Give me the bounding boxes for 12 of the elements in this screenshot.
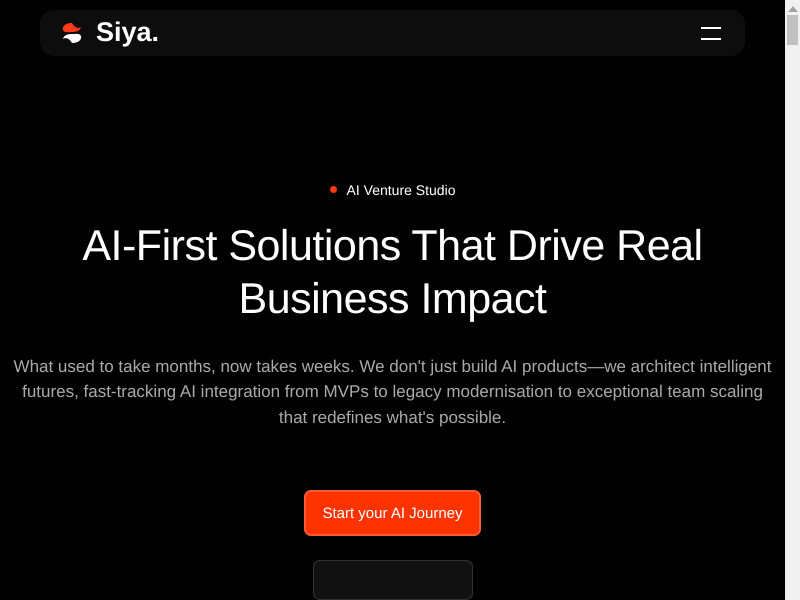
scroll-up-icon[interactable] <box>788 6 798 12</box>
badge-label: AI Venture Studio <box>346 182 456 198</box>
hero-title: AI-First Solutions That Drive Real Business Impact <box>81 220 704 324</box>
hero-description: What used to take months, now takes weeks. We don't just build AI products—we architect intelligent futures, fast-tracking AI integration from MVPs to legacy modernisation to exceptional team scaling that redefines what's possible. <box>12 356 772 428</box>
scroll-thumb[interactable] <box>787 15 798 45</box>
logo-icon <box>60 20 84 45</box>
secondary-button[interactable] <box>312 560 472 600</box>
menu-icon[interactable] <box>701 26 721 40</box>
brand-name[interactable]: Siya. <box>96 17 160 48</box>
scrollbar[interactable] <box>785 0 800 600</box>
start-journey-button[interactable]: Start your AI Journey <box>304 490 481 536</box>
status-dot <box>330 186 337 193</box>
